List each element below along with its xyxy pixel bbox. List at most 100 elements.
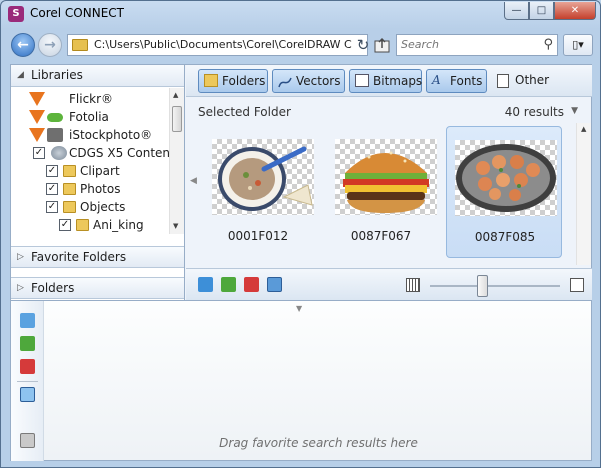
back-button[interactable]: ← — [11, 33, 35, 57]
bitmaps-filter-label: Bitmaps — [373, 74, 423, 88]
cd-icon — [51, 146, 67, 160]
vector-v-icon — [29, 92, 45, 106]
sort-dropdown-icon[interactable]: ▼ — [571, 106, 578, 116]
bitmaps-filter-button[interactable]: Bitmaps — [349, 69, 422, 93]
folder-icon — [63, 183, 76, 195]
tree-item-label: iStockphoto® — [69, 128, 153, 142]
refresh-icon[interactable]: ↻ — [353, 35, 373, 55]
collapse-arrow-icon: ◢ — [17, 70, 24, 80]
expand-arrow-icon: ▷ — [17, 283, 24, 293]
properties-icon[interactable] — [267, 277, 282, 292]
hamburger-thumbnail — [335, 139, 437, 215]
fonts-filter-button[interactable]: A Fonts — [426, 69, 487, 93]
tray-divider — [17, 381, 38, 382]
bitmap-icon — [355, 74, 369, 87]
corel-connect-icon: S — [8, 6, 24, 22]
other-filter-button[interactable]: Other — [495, 69, 555, 93]
options-menu-button[interactable]: ▯▾ — [563, 34, 593, 56]
window-title: Corel CONNECT — [30, 6, 124, 20]
tree-item-label: Objects — [80, 200, 126, 214]
other-filter-label: Other — [515, 73, 550, 87]
left-panel: ◢ Libraries Flickr® Fotolia iStockphoto® — [11, 65, 185, 300]
results-count: 40 results — [504, 105, 564, 119]
small-thumbnails-icon[interactable] — [406, 278, 420, 292]
document-icon — [497, 74, 509, 88]
expand-arrow-icon: ▷ — [17, 252, 24, 262]
scroll-down-icon[interactable]: ▼ — [173, 222, 178, 230]
folders-filter-label: Folders — [222, 74, 266, 88]
content-item[interactable]: 0087F067 — [323, 126, 439, 258]
shrimp-thumbnail — [455, 140, 557, 216]
gallery-scrollbar[interactable]: ▲ — [576, 123, 591, 265]
vector-v-icon — [29, 110, 45, 124]
checkbox[interactable]: ✓ — [33, 147, 45, 159]
font-icon: A — [432, 73, 441, 87]
favorite-folders-title: Favorite Folders — [31, 250, 127, 264]
tree-item-label: Fotolia — [69, 110, 109, 124]
right-panel: Folders Vectors Bitmaps A Fonts Other Se… — [186, 65, 592, 300]
tray-properties-icon[interactable] — [20, 387, 35, 402]
content-item-label: 0087F067 — [350, 229, 412, 243]
tree-item-label: CDGS X5 Content — [69, 146, 175, 160]
close-button[interactable]: ✕ — [554, 2, 596, 20]
fonts-filter-label: Fonts — [450, 74, 483, 88]
libraries-header[interactable]: ◢ Libraries — [11, 65, 184, 87]
checkbox[interactable]: ✓ — [59, 219, 71, 231]
tray-clear-icon[interactable] — [20, 433, 35, 448]
vectors-filter-label: Vectors — [296, 74, 341, 88]
vectors-filter-button[interactable]: Vectors — [272, 69, 345, 93]
up-folder-icon[interactable] — [374, 36, 392, 54]
folder-icon — [63, 165, 76, 177]
tree-item-label: Flickr® — [69, 92, 114, 106]
main-window: S Corel CONNECT — □ ✕ ← → C:\Users\Publi… — [0, 0, 601, 468]
scroll-up-icon[interactable]: ▲ — [581, 125, 586, 133]
folders-header[interactable]: ▷ Folders — [11, 277, 184, 299]
search-input[interactable] — [401, 38, 531, 51]
minimize-button[interactable]: — — [504, 2, 529, 20]
search-field[interactable]: ⚲ — [396, 34, 558, 56]
checkbox[interactable]: ✓ — [46, 183, 58, 195]
tray-add-icon[interactable] — [20, 336, 35, 351]
content-item-selected[interactable]: 0087F085 — [446, 126, 562, 258]
zoom-slider-thumb[interactable] — [477, 275, 488, 297]
tree-item-label: Ani_king — [93, 218, 144, 232]
scroll-left-icon[interactable]: ◀ — [190, 176, 197, 186]
favorite-folders-header[interactable]: ▷ Favorite Folders — [11, 246, 184, 268]
title-bar: S Corel CONNECT — □ ✕ — [1, 1, 600, 27]
checkbox[interactable]: ✓ — [46, 165, 58, 177]
tray-remove-icon[interactable] — [20, 359, 35, 374]
large-thumbnails-icon[interactable] — [570, 278, 584, 292]
navigation-bar: ← → C:\Users\Public\Documents\Corel\Core… — [1, 29, 600, 61]
zoom-slider-track[interactable] — [430, 285, 560, 287]
checkbox[interactable]: ✓ — [46, 201, 58, 213]
folder-icon — [63, 201, 76, 213]
main-body: ◢ Libraries Flickr® Fotolia iStockphoto® — [10, 64, 592, 301]
content-header: Selected Folder 40 results ▼ — [186, 98, 592, 124]
folders-filter-button[interactable]: Folders — [198, 69, 268, 93]
maximize-button[interactable]: □ — [529, 2, 554, 20]
library-tree: Flickr® Fotolia iStockphoto® ✓ CDGS X5 C… — [11, 88, 184, 234]
content-item-label: 0001F012 — [227, 229, 289, 243]
forward-button[interactable]: → — [38, 33, 62, 57]
address-path: C:\Users\Public\Documents\Corel\CorelDRA… — [94, 38, 352, 51]
istockphoto-icon — [47, 128, 63, 142]
selected-folder-heading: Selected Folder — [198, 105, 291, 119]
search-icon[interactable]: ⚲ — [543, 37, 553, 52]
tree-scrollbar[interactable]: ▲ ▼ — [169, 88, 184, 234]
tray-toggle-icon[interactable]: ▼ — [296, 304, 302, 313]
add-to-tray-icon[interactable] — [221, 277, 236, 292]
tree-item-label: Photos — [80, 182, 121, 196]
fotolia-icon — [47, 113, 63, 122]
folder-icon — [72, 39, 88, 51]
folders-title: Folders — [31, 281, 75, 295]
tray-open-icon[interactable] — [20, 313, 35, 328]
soup-thumbnail — [212, 139, 314, 215]
content-item[interactable]: 0001F012 — [200, 126, 316, 258]
scroll-thumb[interactable] — [172, 106, 182, 132]
address-bar[interactable]: C:\Users\Public\Documents\Corel\CorelDRA… — [67, 34, 368, 56]
open-icon[interactable] — [198, 277, 213, 292]
remove-icon[interactable] — [244, 277, 259, 292]
scroll-up-icon[interactable]: ▲ — [173, 91, 178, 99]
content-actions-bar — [186, 268, 592, 300]
favorites-tray: ▼ Drag favorite search results here — [10, 301, 592, 461]
